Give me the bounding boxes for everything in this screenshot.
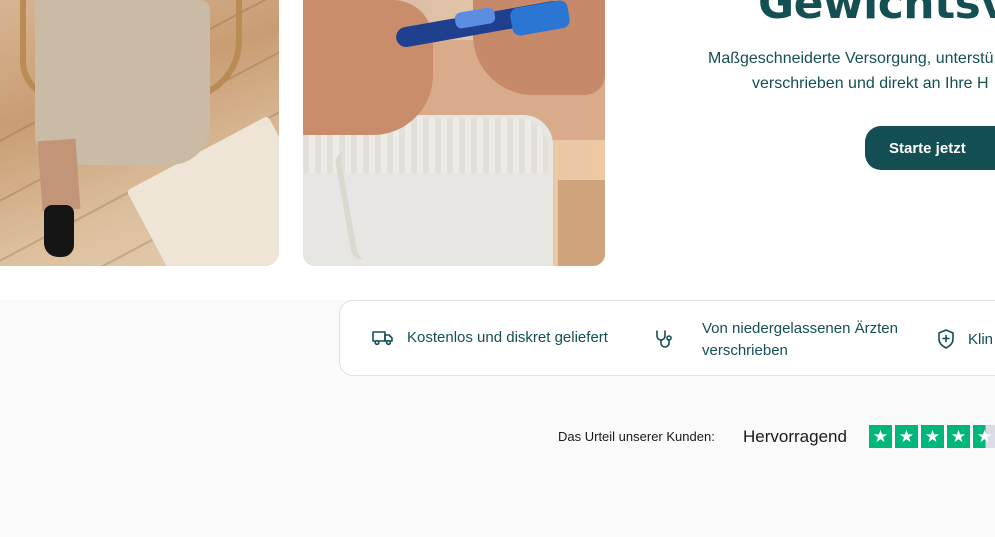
star-icon: ★ xyxy=(895,425,918,448)
feature-clinic-label: Klin xyxy=(968,330,994,348)
hero-image-woman-on-chair xyxy=(0,0,279,266)
features-bar: Kostenlos und diskret geliefert Von nied… xyxy=(339,300,995,376)
feature-prescribed-by-doctors: Von niedergelassenen Ärzten verschrieben xyxy=(654,318,898,362)
hero-subtitle-line-2: verschrieben und direkt an Ihre H xyxy=(752,75,989,92)
trustpilot-stars[interactable]: ★ ★ ★ ★ ★ xyxy=(869,425,995,448)
feature-clinic: Klin xyxy=(937,329,993,349)
hero-image-injection-pen xyxy=(303,0,605,266)
start-now-button[interactable]: Starte jetzt xyxy=(865,126,995,170)
feature-free-delivery: Kostenlos und diskret geliefert xyxy=(372,329,608,346)
hero-subtitle-line-1: Maßgeschneiderte Versorgung, unterstü xyxy=(708,50,994,67)
shield-plus-icon xyxy=(938,329,954,349)
hero-title: Gewichtsve xyxy=(758,0,995,29)
feature-free-delivery-label: Kostenlos und diskret geliefert xyxy=(407,329,608,346)
star-icon: ★ xyxy=(869,425,892,448)
feature-prescribed-label-line-2: verschrieben xyxy=(702,342,788,359)
trustpilot-label: Das Urteil unserer Kunden: xyxy=(558,429,715,444)
trustpilot-rating-text[interactable]: Hervorragend xyxy=(743,427,847,447)
truck-icon xyxy=(372,330,393,345)
feature-prescribed-label-line-1: Von niedergelassenen Ärzten xyxy=(702,320,898,337)
half-star-icon: ★ xyxy=(973,425,995,448)
star-icon: ★ xyxy=(921,425,944,448)
star-icon: ★ xyxy=(947,425,970,448)
hero-subtitle: Maßgeschneiderte Versorgung, unterstü ve… xyxy=(700,46,995,96)
stethoscope-icon xyxy=(656,330,672,348)
